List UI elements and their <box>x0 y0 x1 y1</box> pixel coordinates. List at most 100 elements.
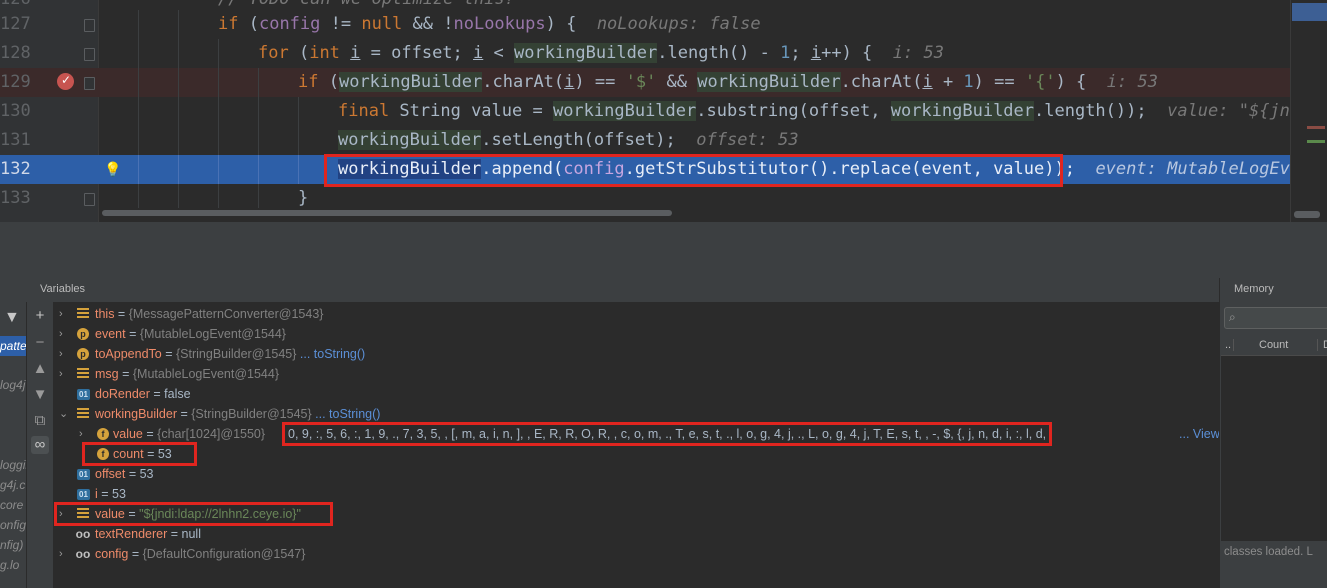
watches-glasses-icon[interactable]: ∞ <box>31 436 49 454</box>
copy-icon[interactable]: ⧉ <box>31 412 49 430</box>
fold-icon[interactable] <box>84 77 95 90</box>
column-divider <box>1233 339 1234 351</box>
variable-name: msg <box>95 367 119 381</box>
indent-guide <box>258 126 259 155</box>
expand-arrow-icon[interactable]: › <box>59 544 69 564</box>
fold-icon[interactable] <box>84 48 95 61</box>
move-up-icon[interactable]: ▲ <box>31 360 49 378</box>
frame-item[interactable]: core <box>0 498 26 512</box>
lightbulb-icon[interactable]: 💡 <box>104 162 121 176</box>
add-watch-icon[interactable]: + <box>31 307 49 325</box>
indent-guide <box>298 126 299 155</box>
code-text: workingBuilder.setLength(offset); offset… <box>338 130 799 150</box>
field-list-icon <box>77 408 89 420</box>
error-stripe-mark[interactable] <box>1307 126 1325 129</box>
code-text: final String value = workingBuilder.subs… <box>338 101 1311 121</box>
move-down-icon[interactable]: ▼ <box>31 386 49 404</box>
inline-value-hint: event: MutableLogEvent <box>1095 159 1321 179</box>
frames-list[interactable]: ▼ pattern log4j logging g4j.c core onfig… <box>0 278 26 588</box>
horizontal-scrollbar[interactable] <box>100 208 1290 218</box>
variable-name: textRenderer <box>95 527 168 541</box>
variable-name: offset <box>95 467 126 481</box>
variable-value: 53 <box>139 467 154 481</box>
to-string-link[interactable]: ... toString() <box>300 347 365 361</box>
scrollbar-thumb[interactable] <box>102 210 672 216</box>
fold-icon[interactable] <box>84 19 95 32</box>
collapse-arrow-icon[interactable]: ⌄ <box>59 404 69 424</box>
expand-arrow-icon[interactable]: › <box>79 424 89 444</box>
breakpoint-check-icon: ✓ <box>61 73 72 87</box>
frame-item[interactable]: g.lo <box>0 558 26 572</box>
variable-type: {StringBuilder@1545} <box>175 347 297 361</box>
variable-name: toAppendTo <box>95 347 162 361</box>
highlight-box <box>324 154 1063 187</box>
expand-arrow-icon[interactable]: › <box>59 364 69 384</box>
variable-type: {StringBuilder@1545} <box>191 407 312 421</box>
memory-panel: Memory ⌕ .. Count D classes loaded. L <box>1219 278 1327 588</box>
column-diff-header[interactable]: D <box>1323 335 1327 355</box>
frame-item[interactable]: log4j <box>0 378 26 392</box>
line-number: 131 <box>0 130 31 150</box>
code-line[interactable]: 131 workingBuilder.setLength(offset); of… <box>0 126 1290 155</box>
indent-guide <box>178 10 179 39</box>
local-variable-icon: 01 <box>77 489 90 500</box>
indent-guide <box>178 155 179 184</box>
view-link[interactable]: ... View <box>1179 424 1220 444</box>
variable-type: {char[1024]@1550} <box>157 427 266 441</box>
line-number: 133 <box>0 188 31 208</box>
code-line[interactable]: 127 if (config != null && !noLookups) { … <box>0 10 1290 39</box>
expand-arrow-icon[interactable]: › <box>59 324 69 344</box>
code-line[interactable]: 130 final String value = workingBuilder.… <box>0 97 1310 126</box>
variables-toolbar: + − ▲ ▼ ⧉ ∞ <box>26 302 53 588</box>
vertical-scrollbar-thumb[interactable] <box>1294 211 1320 218</box>
frame-item[interactable]: logging <box>0 458 26 472</box>
indent-guide <box>138 126 139 155</box>
column-class-header[interactable]: .. <box>1225 335 1231 355</box>
code-text: if (config != null && !noLookups) { noLo… <box>218 14 761 34</box>
code-line[interactable]: 128 for (int i = offset; i < workingBuil… <box>0 39 1290 68</box>
error-stripe-mark[interactable] <box>1307 140 1325 143</box>
variable-value: false <box>164 387 191 401</box>
fold-icon[interactable] <box>84 193 95 206</box>
variable-name: config <box>95 547 129 561</box>
inline-value-hint: offset: 53 <box>696 130 799 150</box>
highlight-box <box>54 502 333 526</box>
indent-guide <box>178 39 179 68</box>
variable-type: {MessagePatternConverter@1543} <box>128 307 324 321</box>
memory-search-input[interactable]: ⌕ <box>1224 307 1327 329</box>
indent-guide <box>218 126 219 155</box>
inline-value-hint: i: 53 <box>892 43 944 63</box>
filter-icon[interactable]: ▼ <box>4 310 22 326</box>
indent-guide <box>218 155 219 184</box>
expand-arrow-icon[interactable]: › <box>59 304 69 324</box>
error-stripe[interactable] <box>1290 0 1327 222</box>
memory-table[interactable] <box>1221 356 1327 541</box>
frame-item[interactable]: g4j.c <box>0 478 26 492</box>
search-icon: ⌕ <box>1229 310 1236 324</box>
indent-guide <box>258 68 259 97</box>
parameter-icon: p <box>77 328 89 340</box>
to-string-link[interactable]: ... toString() <box>315 407 380 421</box>
code-line-breakpoint[interactable]: 129 ✓ if (workingBuilder.charAt(i) == '$… <box>0 68 1290 97</box>
variable-name: event <box>95 327 126 341</box>
highlight-box <box>282 422 1052 446</box>
debugger-panel: ▼ pattern log4j logging g4j.c core onfig… <box>0 278 1327 588</box>
indent-guide <box>138 68 139 97</box>
variable-type: {MutableLogEvent@1544} <box>139 327 286 341</box>
local-variable-icon: 01 <box>77 389 90 400</box>
code-editor[interactable]: 126 // TODO can we optimize this? 127 if… <box>0 0 1327 222</box>
variables-tree[interactable]: › this = {MessagePatternConverter@1543} … <box>53 302 1220 588</box>
remove-icon[interactable]: − <box>31 334 49 352</box>
indent-guide <box>178 97 179 126</box>
frame-item-selected[interactable]: pattern <box>0 336 26 356</box>
inline-value-hint: value: "${jndi <box>1167 101 1311 121</box>
frame-item[interactable]: onfig <box>0 518 26 532</box>
expand-arrow-icon[interactable]: › <box>59 344 69 364</box>
watch-glasses-icon: oo <box>75 547 91 561</box>
local-variable-icon: 01 <box>77 469 90 480</box>
memory-title: Memory <box>1234 283 1274 295</box>
frame-item[interactable]: nfig) <box>0 538 26 552</box>
column-count-header[interactable]: Count <box>1259 335 1288 355</box>
indent-guide <box>298 155 299 184</box>
field-list-icon <box>77 368 89 380</box>
